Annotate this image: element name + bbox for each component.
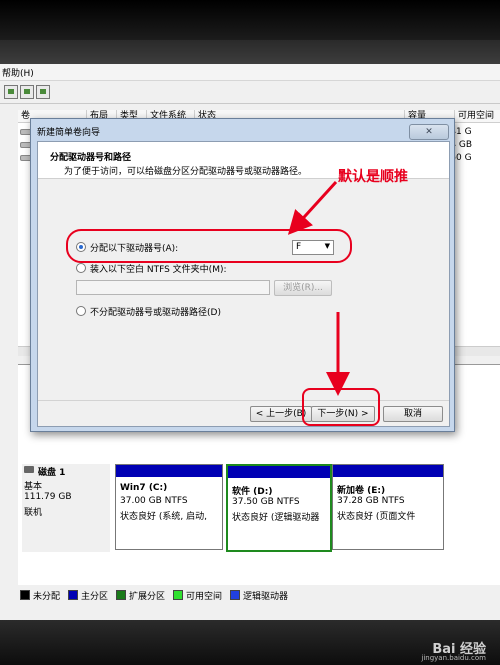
- watermark-url: jingyan.baidu.com: [421, 654, 486, 662]
- annotation-arrows: [287, 180, 350, 396]
- bottom-bar: Bai 经验 jingyan.baidu.com: [0, 620, 500, 665]
- arrow-to-drive-letter: [287, 180, 338, 235]
